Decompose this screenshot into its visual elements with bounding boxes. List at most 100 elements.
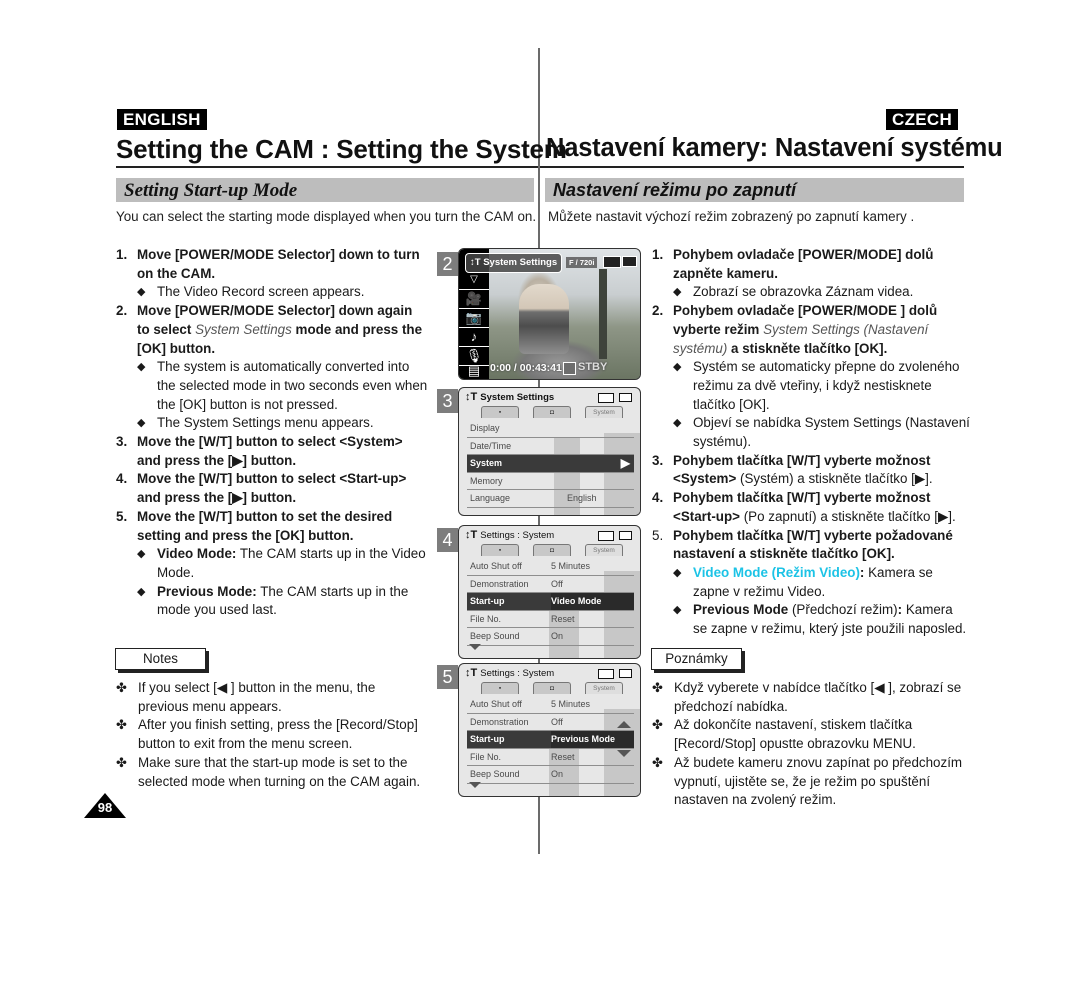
title-rule-czech <box>540 166 964 168</box>
bullet-text: The system is automatically converted in… <box>157 359 428 412</box>
menu-row-date-time[interactable]: Date/Time <box>467 438 634 455</box>
tab-video[interactable]: ▪ <box>481 406 519 418</box>
step-text-part: (Po zapnutí) a stiskněte tlačítko [▶]. <box>739 508 956 524</box>
row-value: On <box>551 769 564 779</box>
note-text: Když vyberete v nabídce tlačítko [◀ ], z… <box>674 680 962 714</box>
file-icon[interactable]: ▤ <box>459 362 489 379</box>
scroll-up-icon[interactable] <box>617 721 631 728</box>
menu-row-demonstration[interactable]: Demonstration Off <box>467 576 634 593</box>
tab-photo[interactable]: ◘ <box>533 682 571 694</box>
row-value: Reset <box>551 751 575 762</box>
photo-camera-icon[interactable]: 📷 <box>459 309 489 328</box>
step-number: 3. <box>652 452 664 468</box>
step-tag-3: 3 <box>437 389 458 413</box>
bullet: ◆ The Video Record screen appears. <box>116 283 428 302</box>
tab-video[interactable]: ▪ <box>481 682 519 694</box>
menu-row-system[interactable]: System ▶ <box>467 455 634 473</box>
step-tag-4: 4 <box>437 528 458 552</box>
note-item: ✤ Až budete kameru znovu zapínat po předc… <box>652 754 970 810</box>
screen-system-settings: ↕T System Settings ▪ ◘ System Display Da… <box>458 387 641 516</box>
step-number: 2. <box>116 303 128 319</box>
note-item: ✤ If you select [◀ ] button in the menu, … <box>116 679 428 716</box>
memory-icon <box>598 531 614 541</box>
clover-bullet-icon: ✤ <box>116 717 127 733</box>
tab-system[interactable]: System <box>585 406 623 418</box>
step-1: 1. Pohybem ovladače [POWER/MODE] dolů za… <box>652 246 970 283</box>
menu-row-file-no[interactable]: File No. Reset <box>467 749 634 766</box>
menu-row-start-up[interactable]: Start-up Previous Mode <box>467 731 634 749</box>
step-text-part: (Systém) a stiskněte tlačítko [▶]. <box>736 471 933 487</box>
scroll-down-icon[interactable] <box>469 644 481 650</box>
menu-row-file-no[interactable]: File No. Reset <box>467 611 634 628</box>
section-bar-czech: Nastavení režimu po zapnutí <box>545 178 964 202</box>
step-4: 4. Pohybem tlačítka [W/T] vyberte možnos… <box>652 489 970 526</box>
row-label: Demonstration <box>470 578 529 589</box>
intro-czech: Můžete nastavit výchozí režim zobrazený … <box>548 209 915 224</box>
memory-icon <box>598 393 614 403</box>
row-label: Beep Sound <box>470 631 520 641</box>
row-label: Start-up <box>470 596 505 606</box>
menu-down-icon[interactable]: ▽ <box>459 271 489 290</box>
tab-system[interactable]: System <box>585 682 623 694</box>
status-standby: STBY <box>578 361 608 373</box>
menu-row-demonstration[interactable]: Demonstration Off <box>467 714 634 731</box>
tab-photo[interactable]: ◘ <box>533 544 571 556</box>
menu-tabs: ▪ ◘ System <box>481 682 623 694</box>
menu-row-start-up[interactable]: Start-up Video Mode <box>467 593 634 611</box>
clover-bullet-icon: ✤ <box>116 754 127 770</box>
tab-system[interactable]: System <box>585 544 623 556</box>
step-tag-2: 2 <box>437 252 458 276</box>
video-camera-icon[interactable]: 🎥 <box>459 290 489 309</box>
bullet: ◆ Objeví se nabídka System Settings (Nast… <box>652 414 970 451</box>
menu-row-beep-sound[interactable]: Beep Sound On <box>467 766 634 784</box>
menu-row-language[interactable]: Language English <box>467 490 634 508</box>
row-value: Off <box>551 716 563 727</box>
screen-settings-system-video: ↕T Settings : System ▪ ◘ System Auto Shu… <box>458 525 641 659</box>
menu-row-beep-sound[interactable]: Beep Sound On <box>467 628 634 646</box>
diamond-icon: ◆ <box>137 417 146 430</box>
clover-bullet-icon: ✤ <box>652 680 663 695</box>
step-number: 4. <box>652 490 664 506</box>
menu-row-memory[interactable]: Memory <box>467 473 634 490</box>
option-label-translation: (Předchozí režim) <box>788 602 898 618</box>
tab-photo[interactable]: ◘ <box>533 406 571 418</box>
diamond-icon: ◆ <box>673 604 682 617</box>
menu-row-display[interactable]: Display <box>467 420 634 438</box>
menu-tabs: ▪ ◘ System <box>481 406 623 418</box>
step-text: Pohybem tlačítka [W/T] vyberte možnost <S… <box>673 489 956 526</box>
bullet: ◆ The system is automatically converted i… <box>116 358 428 414</box>
bullet: ◆ The System Settings menu appears. <box>116 414 428 433</box>
note-text: Make sure that the start-up mode is set … <box>138 754 421 789</box>
czech-steps: 1. Pohybem ovladače [POWER/MODE] dolů za… <box>652 246 970 639</box>
menu-tabs: ▪ ◘ System <box>481 544 623 556</box>
notes-label-czech: Poznámky <box>651 648 742 670</box>
step-number: 1. <box>652 247 664 262</box>
step-number: 2. <box>652 303 664 319</box>
screen-settings-system-previous: ↕T Settings : System ▪ ◘ System Auto Shu… <box>458 663 641 797</box>
music-icon[interactable]: ♪ <box>459 328 489 347</box>
battery-icon <box>619 393 632 402</box>
scroll-down-icon[interactable] <box>469 782 481 788</box>
notes-czech: ✤ Když vyberete v nabídce tlačítko [◀ ], … <box>652 679 970 810</box>
page-title-english: Setting the CAM : Setting the System <box>116 134 567 164</box>
bullet-text: Previous Mode (Předchozí režim): Kamera … <box>693 601 970 638</box>
row-value-selected: Previous Mode <box>551 731 634 748</box>
record-indicator-icon <box>563 362 576 375</box>
scroll-down-icon[interactable] <box>617 750 631 757</box>
menu-row-auto-shut-off[interactable]: Auto Shut off 5 Minutes <box>467 558 634 576</box>
step-text: Move [POWER/MODE Selector] down again to… <box>137 302 428 358</box>
row-value: 5 Minutes <box>551 699 591 709</box>
mode-label-text: System Settings <box>483 257 558 268</box>
battery-icon <box>619 669 632 678</box>
clover-bullet-icon: ✤ <box>116 680 127 695</box>
section-title-english: Setting Start-up Mode <box>124 180 298 201</box>
menu-title-text: Settings : System <box>480 530 555 541</box>
bullet: ◆ Previous Mode: The CAM starts up in the… <box>116 583 428 620</box>
system-settings-mode-label: ↕T System Settings <box>465 253 563 273</box>
tab-video[interactable]: ▪ <box>481 544 519 556</box>
row-label: Auto Shut off <box>470 561 522 571</box>
menu-row-auto-shut-off[interactable]: Auto Shut off 5 Minutes <box>467 696 634 714</box>
step-text: Pohybem tlačítka [W/T] vyberte požadovan… <box>673 527 953 562</box>
resolution-badge: F / 720i <box>566 257 598 268</box>
diamond-icon: ◆ <box>137 548 146 561</box>
